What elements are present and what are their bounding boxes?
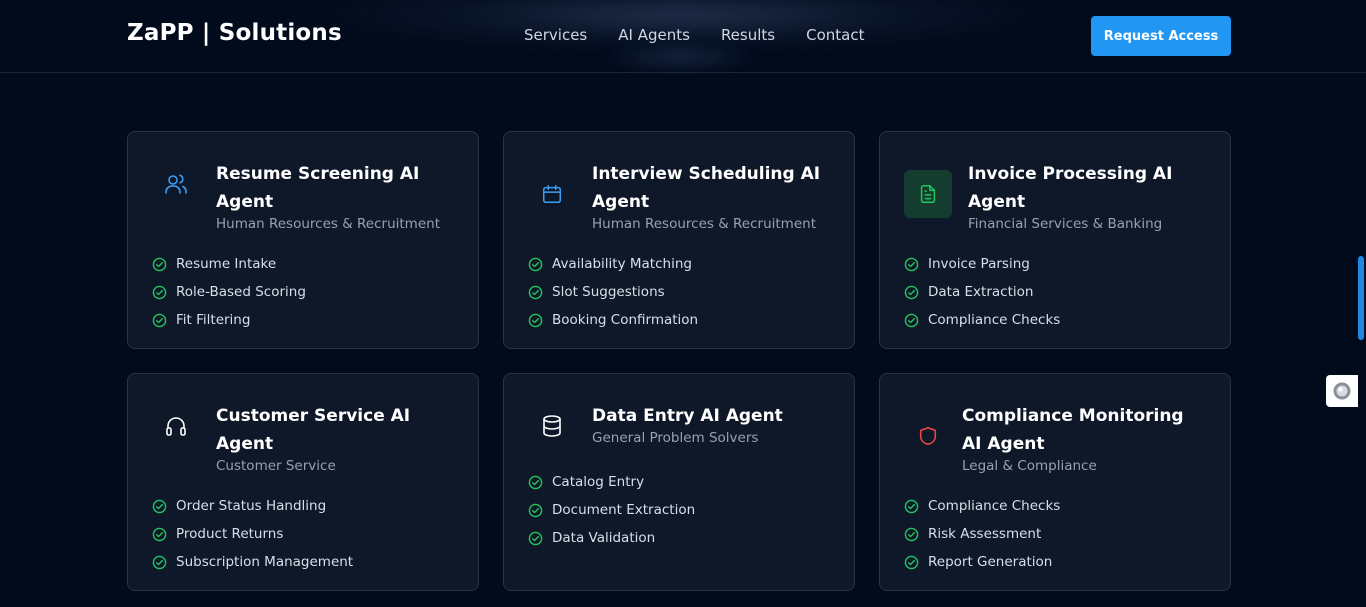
check-circle-icon (528, 503, 543, 517)
feature-item: Fit Filtering (152, 306, 454, 334)
site-logo[interactable]: ZaPP | Solutions (127, 20, 342, 46)
feature-item: Compliance Checks (904, 492, 1206, 520)
check-circle-icon (152, 257, 167, 271)
check-circle-icon (152, 285, 167, 299)
shield-icon (904, 412, 952, 460)
agent-category: Legal & Compliance (962, 458, 1097, 474)
check-circle-icon (904, 527, 919, 541)
check-circle-icon (904, 257, 919, 271)
check-circle-icon (152, 555, 167, 569)
feature-list: Invoice Parsing Data Extraction Complian… (904, 250, 1206, 334)
feature-list: Resume Intake Role-Based Scoring Fit Fil… (152, 250, 454, 334)
check-circle-icon (152, 527, 167, 541)
feature-item: Booking Confirmation (528, 306, 830, 334)
database-icon (528, 402, 576, 450)
agent-category: Customer Service (216, 458, 336, 474)
check-circle-icon (528, 285, 543, 299)
check-circle-icon (152, 313, 167, 327)
agent-category: Human Resources & Recruitment (216, 216, 440, 232)
feature-item: Invoice Parsing (904, 250, 1206, 278)
users-icon (152, 160, 200, 208)
nav-ai-agents[interactable]: AI Agents (618, 26, 690, 44)
check-circle-icon (528, 475, 543, 489)
nav-contact[interactable]: Contact (806, 26, 864, 44)
agent-category: Human Resources & Recruitment (592, 216, 816, 232)
agents-grid: Resume Screening AI Agent Human Resource… (127, 131, 1231, 591)
feature-item: Role-Based Scoring (152, 278, 454, 306)
agent-category: Financial Services & Banking (968, 216, 1163, 232)
feature-item: Risk Assessment (904, 520, 1206, 548)
agent-title: Customer Service AI Agent (216, 406, 411, 454)
agent-title: Interview Scheduling AI Agent (592, 164, 821, 212)
feature-item: Data Extraction (904, 278, 1206, 306)
feature-item: Compliance Checks (904, 306, 1206, 334)
agent-card-invoice-processing[interactable]: Invoice Processing AI Agent Financial Se… (879, 131, 1231, 349)
feature-item: Order Status Handling (152, 492, 454, 520)
check-circle-icon (528, 313, 543, 327)
nav-results[interactable]: Results (721, 26, 775, 44)
scrollbar-thumb[interactable] (1358, 256, 1364, 340)
check-circle-icon (528, 531, 543, 545)
feature-item: Document Extraction (528, 496, 830, 524)
agent-title: Resume Screening AI Agent (216, 164, 420, 212)
feature-item: Catalog Entry (528, 468, 830, 496)
calendar-icon (528, 170, 576, 218)
feature-item: Availability Matching (528, 250, 830, 278)
agent-card-data-entry[interactable]: Data Entry AI Agent General Problem Solv… (503, 373, 855, 591)
feature-item: Resume Intake (152, 250, 454, 278)
feature-item: Subscription Management (152, 548, 454, 576)
agent-title: Invoice Processing AI Agent (968, 164, 1173, 212)
check-circle-icon (528, 257, 543, 271)
headphones-icon (152, 402, 200, 450)
check-circle-icon (904, 313, 919, 327)
check-circle-icon (152, 499, 167, 513)
check-circle-icon (904, 285, 919, 299)
site-header: ZaPP | Solutions Services AI Agents Resu… (0, 0, 1366, 73)
feature-item: Slot Suggestions (528, 278, 830, 306)
nav-services[interactable]: Services (524, 26, 587, 44)
feature-list: Compliance Checks Risk Assessment Report… (904, 492, 1206, 576)
check-circle-icon (904, 555, 919, 569)
agent-title: Data Entry AI Agent (592, 406, 783, 426)
agent-card-resume-screening[interactable]: Resume Screening AI Agent Human Resource… (127, 131, 479, 349)
agent-card-customer-service[interactable]: Customer Service AI Agent Customer Servi… (127, 373, 479, 591)
feature-list: Availability Matching Slot Suggestions B… (528, 250, 830, 334)
document-icon (904, 170, 952, 218)
floating-widget-button[interactable] (1326, 375, 1358, 407)
feature-list: Catalog Entry Document Extraction Data V… (528, 468, 830, 552)
feature-item: Report Generation (904, 548, 1206, 576)
main-nav: Services AI Agents Results Contact (524, 26, 895, 44)
agent-category: General Problem Solvers (592, 430, 759, 446)
check-circle-icon (904, 499, 919, 513)
widget-icon (1333, 382, 1351, 400)
request-access-button[interactable]: Request Access (1091, 16, 1231, 56)
agent-title: Compliance Monitoring AI Agent (962, 406, 1184, 454)
feature-list: Order Status Handling Product Returns Su… (152, 492, 454, 576)
agent-card-compliance-monitoring[interactable]: Compliance Monitoring AI Agent Legal & C… (879, 373, 1231, 591)
agent-card-interview-scheduling[interactable]: Interview Scheduling AI Agent Human Reso… (503, 131, 855, 349)
feature-item: Data Validation (528, 524, 830, 552)
feature-item: Product Returns (152, 520, 454, 548)
